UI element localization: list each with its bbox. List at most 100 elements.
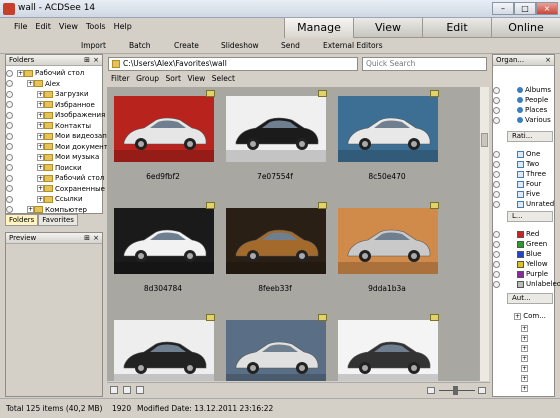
minimize-button[interactable]: – [492, 2, 514, 15]
tab-manage[interactable]: Manage [284, 18, 353, 38]
eye-icon[interactable] [6, 101, 13, 108]
label-item[interactable]: Green [493, 239, 547, 249]
folder-tree-item[interactable]: + Мои документы [6, 142, 113, 152]
vertical-scrollbar[interactable] [479, 87, 489, 381]
expand-icon[interactable]: + [37, 164, 44, 171]
ratings-header[interactable]: Rati... [507, 131, 553, 142]
label-item[interactable]: Red [493, 229, 539, 239]
folder-tree-item[interactable]: + Рабочий стол [6, 68, 84, 78]
menu-tools[interactable]: Tools [82, 20, 110, 33]
thumbnail-item[interactable]: 7e07554f [222, 90, 328, 198]
rating-item[interactable]: Unrated [493, 199, 554, 209]
zoom-in-icon[interactable] [478, 387, 486, 394]
thumbnail-item[interactable]: 8feeb33f [222, 202, 328, 310]
expand-icon[interactable]: + [27, 80, 34, 87]
expand-icon[interactable]: + [521, 354, 528, 362]
eye-icon[interactable] [493, 170, 500, 178]
expand-icon[interactable]: + [521, 324, 528, 332]
expand-icon[interactable]: + [37, 185, 44, 192]
eye-icon[interactable] [6, 195, 13, 203]
eye-icon[interactable] [6, 143, 13, 150]
menu-edit[interactable]: Edit [31, 20, 55, 33]
rating-item[interactable]: Five [493, 189, 540, 199]
folder-tree-item[interactable]: + Компьютер [6, 205, 87, 215]
thumbnail-image[interactable] [226, 208, 326, 274]
thumbnail-item[interactable] [110, 314, 216, 381]
eye-icon[interactable] [6, 122, 13, 129]
close-icon[interactable]: × [93, 55, 99, 66]
rotate-right-icon[interactable] [136, 386, 144, 394]
eye-icon[interactable] [6, 185, 13, 192]
eye-icon[interactable] [6, 132, 13, 140]
expand-icon[interactable]: + [521, 384, 528, 392]
close-button[interactable]: × [536, 2, 558, 15]
auto-category-item[interactable]: + [493, 353, 528, 363]
eye-icon[interactable] [493, 150, 500, 158]
expand-icon[interactable]: + [37, 132, 44, 140]
thumbnail-image[interactable] [338, 320, 438, 381]
expand-icon[interactable]: + [521, 374, 528, 382]
tab-favorites[interactable]: Favorites [38, 214, 78, 226]
folder-tree-item[interactable]: + Рабочий стол [6, 173, 104, 183]
eye-icon[interactable] [6, 206, 13, 213]
menu-view[interactable]: View [55, 20, 82, 33]
import-button[interactable]: Import [81, 41, 106, 50]
view-mode-icon[interactable] [110, 386, 118, 394]
pin-icon[interactable]: ⊞ [84, 55, 90, 66]
auto-category-item[interactable]: + [493, 333, 528, 343]
thumbnail-item[interactable]: 6ed9fbf2 [110, 90, 216, 198]
eye-icon[interactable] [493, 270, 500, 278]
labels-header[interactable]: L... [507, 211, 553, 222]
tab-folders[interactable]: Folders [5, 214, 39, 226]
auto-category-item[interactable]: + Com... [493, 311, 546, 321]
batch-button[interactable]: Batch [129, 41, 151, 50]
close-icon[interactable]: × [93, 233, 99, 244]
folder-tree-item[interactable]: + Мои видеозаписи [6, 131, 120, 141]
eye-icon[interactable] [6, 90, 13, 98]
rotate-left-icon[interactable] [123, 386, 131, 394]
expand-icon[interactable]: + [37, 122, 44, 129]
category-item[interactable]: Places [493, 105, 547, 115]
maximize-button[interactable]: □ [514, 2, 536, 15]
label-item[interactable]: Purple [493, 269, 548, 279]
expand-icon[interactable]: + [37, 153, 44, 161]
zoom-slider-thumb[interactable] [453, 386, 458, 395]
label-item[interactable]: Blue [493, 249, 542, 259]
eye-icon[interactable] [493, 190, 500, 198]
eye-icon[interactable] [493, 240, 500, 248]
eye-icon[interactable] [493, 106, 500, 114]
tab-online[interactable]: Online [491, 18, 560, 38]
eye-icon[interactable] [6, 69, 13, 77]
eye-icon[interactable] [493, 160, 500, 168]
thumbnail-item[interactable] [222, 314, 328, 381]
expand-icon[interactable]: + [37, 111, 44, 119]
send-button[interactable]: Send [281, 41, 300, 50]
eye-icon[interactable] [493, 230, 500, 238]
view-menu[interactable]: View [187, 74, 205, 83]
expand-icon[interactable]: + [37, 90, 44, 98]
auto-category-item[interactable]: + [493, 343, 528, 353]
eye-icon[interactable] [6, 164, 13, 171]
eye-icon[interactable] [493, 96, 500, 104]
path-field[interactable]: C:\Users\Alex\Favorites\wall [108, 57, 358, 71]
zoom-out-icon[interactable] [427, 387, 435, 394]
menu-help[interactable]: Help [110, 20, 136, 33]
slideshow-button[interactable]: Slideshow [221, 41, 259, 50]
eye-icon[interactable] [493, 280, 500, 288]
label-item[interactable]: Yellow [493, 259, 548, 269]
folder-tree-item[interactable]: + Загрузки [6, 89, 89, 99]
menu-file[interactable]: File [10, 20, 31, 33]
eye-icon[interactable] [6, 153, 13, 161]
auto-category-item[interactable]: + [493, 383, 528, 393]
folder-tree-item[interactable]: + Поиски [6, 163, 82, 173]
expand-icon[interactable]: + [37, 174, 44, 182]
folder-tree-item[interactable]: + Ссылки [6, 194, 83, 204]
eye-icon[interactable] [493, 260, 500, 268]
expand-icon[interactable]: + [17, 69, 24, 77]
auto-category-item[interactable]: + [493, 373, 528, 383]
thumbnail-item[interactable]: 8c50e470 [334, 90, 440, 198]
folder-tree-item[interactable]: + Alex [6, 79, 60, 89]
tab-view[interactable]: View [353, 18, 422, 38]
thumbnail-image[interactable] [338, 96, 438, 162]
rating-item[interactable]: Three [493, 169, 546, 179]
